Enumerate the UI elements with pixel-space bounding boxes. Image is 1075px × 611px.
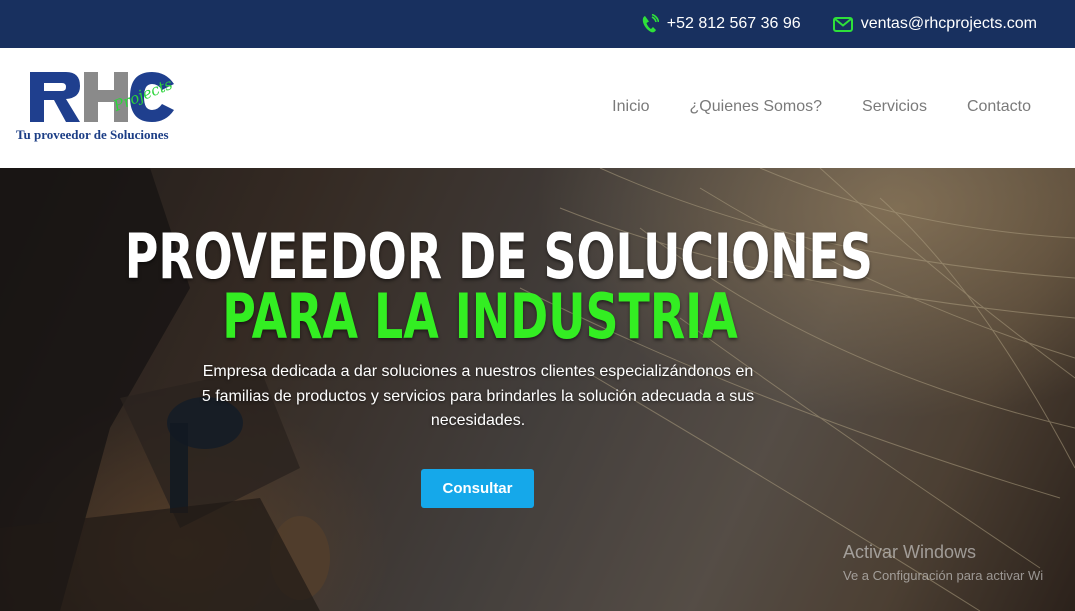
nav-item-contacto[interactable]: Contacto xyxy=(967,98,1031,116)
hero-section: PROVEEDOR DE SOLUCIONES PARA LA INDUSTRI… xyxy=(0,168,1075,611)
windows-activation-watermark: Activar Windows Ve a Configuración para … xyxy=(843,542,1043,583)
nav-item-servicios[interactable]: Servicios xyxy=(862,98,927,116)
main-nav: Inicio ¿Quienes Somos? Servicios Contact… xyxy=(612,98,1031,116)
site-header: Projects Tu proveedor de Soluciones Inic… xyxy=(0,48,1075,168)
envelope-icon xyxy=(832,16,853,32)
email-address[interactable]: ventas@rhcprojects.com xyxy=(861,15,1037,33)
watermark-title: Activar Windows xyxy=(843,542,977,562)
nav-item-quienes-somos[interactable]: ¿Quienes Somos? xyxy=(690,98,823,116)
phone-number[interactable]: +52 812 567 36 96 xyxy=(667,15,801,33)
phone-icon xyxy=(642,14,659,33)
logo-tagline: Tu proveedor de Soluciones xyxy=(16,127,169,142)
logo[interactable]: Projects Tu proveedor de Soluciones xyxy=(16,64,191,148)
consultar-button[interactable]: Consultar xyxy=(421,469,534,508)
hero-title-line2: PARA LA INDUSTRIA xyxy=(222,280,738,353)
hero-description: Empresa dedicada a dar soluciones a nues… xyxy=(201,363,755,429)
top-contact-bar: +52 812 567 36 96 ventas@rhcprojects.com xyxy=(0,0,1075,48)
nav-item-inicio[interactable]: Inicio xyxy=(612,98,649,116)
phone-contact[interactable]: +52 812 567 36 96 xyxy=(641,14,801,34)
email-contact[interactable]: ventas@rhcprojects.com xyxy=(832,15,1037,33)
watermark-subtitle: Ve a Configuración para activar Wi xyxy=(843,568,1044,583)
